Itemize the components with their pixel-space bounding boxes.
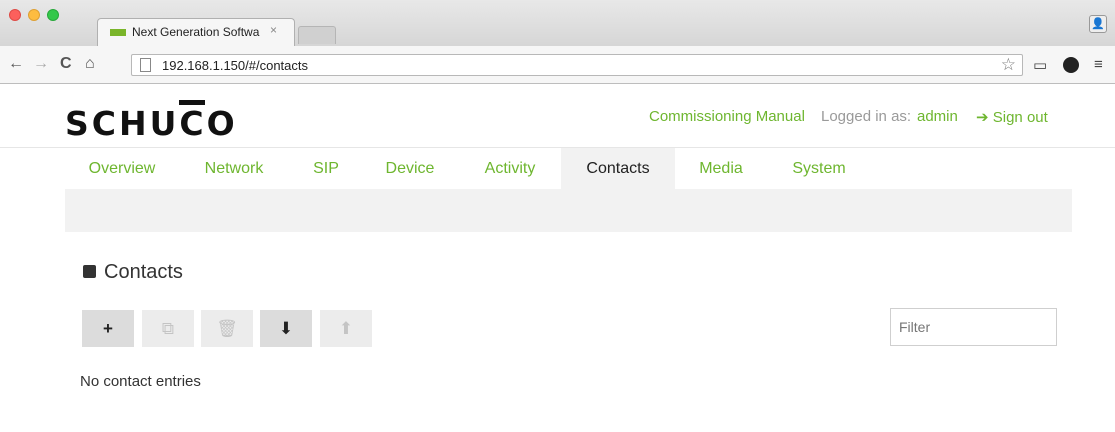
page-title: Contacts [83, 261, 183, 284]
sign-out-label: Sign out [992, 109, 1048, 126]
new-tab-button[interactable] [298, 26, 336, 44]
reload-icon[interactable]: C [60, 56, 72, 72]
filter-input[interactable] [890, 308, 1057, 346]
forward-icon[interactable]: → [33, 56, 49, 72]
cast-icon[interactable]: ▭ [1033, 56, 1047, 74]
delete-contact-button[interactable]: 🗑 [201, 310, 253, 347]
tab-device[interactable]: Device [372, 148, 448, 190]
home-icon[interactable]: ⌂ [85, 56, 95, 72]
logo-umlaut-mark [179, 100, 205, 105]
page-icon [140, 58, 151, 72]
menu-icon[interactable]: ≡ [1094, 56, 1103, 73]
tab-sip[interactable]: SIP [296, 148, 356, 190]
favicon-icon [110, 29, 126, 36]
tab-overview[interactable]: Overview [72, 148, 172, 190]
subnav-band [65, 189, 1072, 232]
profile-icon[interactable]: 👤 [1089, 15, 1107, 33]
sign-out-link[interactable]: ➔ Sign out [976, 108, 1048, 126]
tab-activity[interactable]: Activity [466, 148, 554, 190]
sign-out-icon: ➔ [976, 109, 993, 126]
tab-title: Next Generation Software [132, 25, 260, 39]
window-minimize-button[interactable] [28, 9, 40, 21]
contact-card-icon [83, 265, 96, 278]
star-icon[interactable]: ☆ [1001, 55, 1016, 75]
address-bar[interactable]: 192.168.1.150/#/contacts ☆ [131, 54, 1023, 76]
extension-icon[interactable] [1063, 57, 1079, 73]
tab-media[interactable]: Media [684, 148, 758, 190]
browser-toolbar: ← → C ⌂ 192.168.1.150/#/contacts ☆ ▭ ≡ [0, 46, 1115, 84]
add-contact-button[interactable]: + [82, 310, 134, 347]
page-title-text: Contacts [104, 261, 183, 283]
username: admin [917, 108, 958, 125]
url-text: 192.168.1.150/#/contacts [162, 58, 309, 73]
window-close-button[interactable] [9, 9, 21, 21]
tab-network[interactable]: Network [188, 148, 280, 190]
tab-system[interactable]: System [776, 148, 862, 190]
commissioning-manual-link[interactable]: Commissioning Manual [649, 108, 805, 125]
empty-message: No contact entries [80, 373, 201, 390]
main-nav: Overview Network SIP Device Activity Con… [0, 147, 1115, 190]
tab-contacts[interactable]: Contacts [561, 148, 675, 190]
tab-close-icon[interactable]: × [270, 23, 277, 37]
browser-tab[interactable]: Next Generation Software × [97, 18, 295, 46]
download-contacts-button[interactable]: ⬇ [260, 310, 312, 347]
back-icon[interactable]: ← [8, 56, 24, 72]
schuco-logo: SCHUCO [65, 104, 238, 143]
copy-contact-button[interactable]: ⧉ [142, 310, 194, 347]
window-maximize-button[interactable] [47, 9, 59, 21]
browser-titlebar: Next Generation Software × 👤 [0, 0, 1115, 46]
logged-in-label: Logged in as: [821, 108, 912, 125]
upload-contacts-button[interactable]: ⬆ [320, 310, 372, 347]
